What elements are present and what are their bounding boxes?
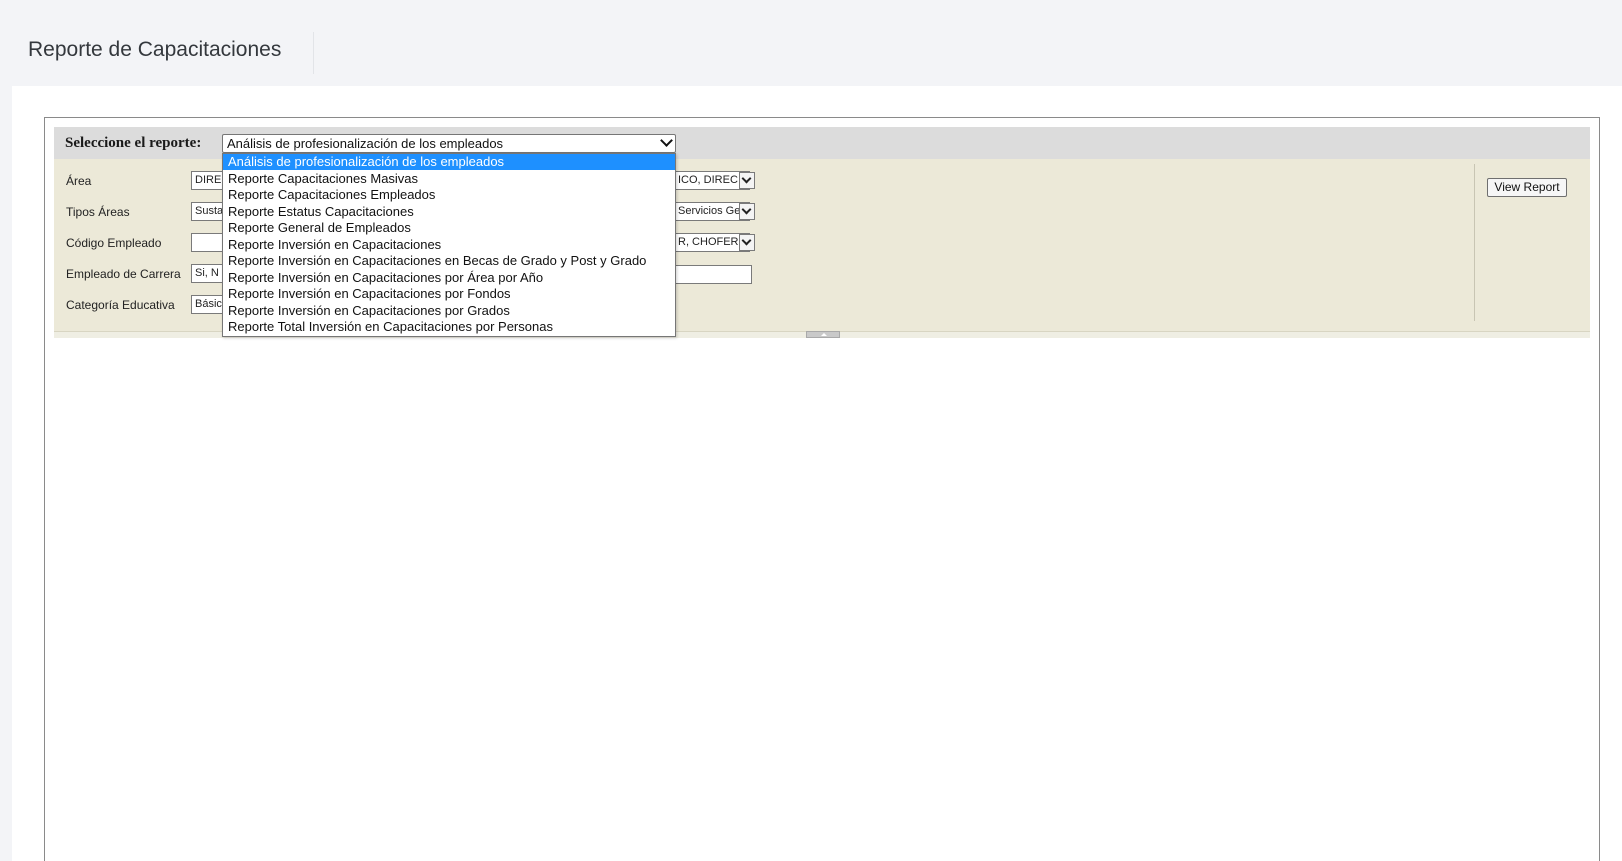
report-dropdown-list: Análisis de profesionalización de los em… <box>222 153 676 337</box>
chevron-down-icon <box>741 173 752 184</box>
report-option[interactable]: Reporte Total Inversión en Capacitacione… <box>223 319 675 335</box>
report-option[interactable]: Reporte Capacitaciones Masivas <box>223 171 675 187</box>
collapse-parameters-button[interactable] <box>806 331 840 338</box>
report-option[interactable]: Reporte Estatus Capacitaciones <box>223 204 675 220</box>
area-dropdown-button[interactable] <box>739 172 755 189</box>
page-title: Reporte de Capacitaciones <box>28 38 282 61</box>
report-option[interactable]: Reporte Capacitaciones Empleados <box>223 187 675 203</box>
report-option[interactable]: Reporte Inversión en Capacitaciones por … <box>223 286 675 302</box>
page-header: Reporte de Capacitaciones <box>0 0 1622 84</box>
report-option[interactable]: Reporte General de Empleados <box>223 220 675 236</box>
param-label-area: Área <box>66 174 92 188</box>
report-option[interactable]: Reporte Inversión en Capacitaciones por … <box>223 303 675 319</box>
chevron-down-icon <box>741 235 752 246</box>
report-option[interactable]: Reporte Inversión en Capacitaciones <box>223 237 675 253</box>
title-divider <box>313 32 314 74</box>
report-selector-label: Seleccione el reporte: <box>65 135 202 151</box>
view-report-button[interactable]: View Report <box>1487 178 1567 197</box>
report-option[interactable]: Análisis de profesionalización de los em… <box>223 154 675 170</box>
param-label-categoria-educativa: Categoría Educativa <box>66 298 175 312</box>
chevron-down-icon <box>741 204 752 215</box>
report-option[interactable]: Reporte Inversión en Capacitaciones en B… <box>223 253 675 269</box>
panel-divider <box>1474 164 1475 321</box>
report-select-value: Análisis de profesionalización de los em… <box>227 136 504 151</box>
param-label-tipos-areas: Tipos Áreas <box>66 205 130 219</box>
report-select[interactable]: Análisis de profesionalización de los em… <box>222 134 676 153</box>
codigo-empleado-dropdown-button[interactable] <box>739 234 755 251</box>
chevron-down-icon <box>660 135 673 147</box>
param-label-codigo-empleado: Código Empleado <box>66 236 162 250</box>
tipos-areas-dropdown-button[interactable] <box>739 203 755 220</box>
param-label-empleado-carrera: Empleado de Carrera <box>66 267 181 281</box>
empleado-carrera-extra-field[interactable] <box>672 265 752 284</box>
report-option[interactable]: Reporte Inversión en Capacitaciones por … <box>223 270 675 286</box>
